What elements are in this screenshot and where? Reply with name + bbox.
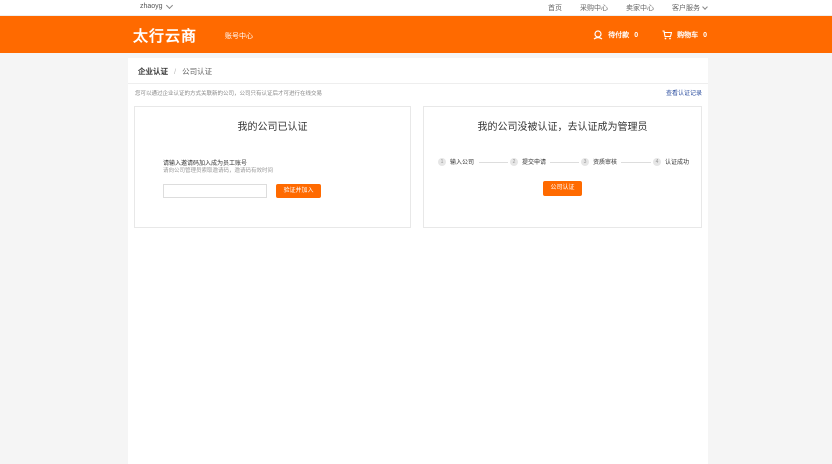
top-link-home[interactable]: 首页 <box>548 3 562 13</box>
step-input-company: 1 输入公司 <box>438 157 474 166</box>
main-panel: 企业认证 / 公司认证 您可以通过企业认证的方式关联新的公司，公司只有认证后才可… <box>128 58 708 464</box>
step-label: 资质审核 <box>593 160 618 166</box>
site-logo[interactable]: 太行云商 <box>133 25 197 46</box>
username: zhaoyg <box>140 3 163 10</box>
cart-link[interactable]: 购物车 0 <box>662 30 707 40</box>
verify-join-button[interactable]: 验证并加入 <box>276 184 321 198</box>
chevron-down-icon <box>165 1 173 9</box>
step-number: 2 <box>510 157 518 166</box>
step-number: 4 <box>653 157 661 166</box>
site-header: 太行云商 账号中心 待付款 0 购物车 0 <box>0 16 832 53</box>
nav-account-center[interactable]: 账号中心 <box>225 31 253 41</box>
step-connector <box>621 162 651 163</box>
top-link-service[interactable]: 客户服务 <box>672 3 708 13</box>
uncertified-company-card: 我的公司没被认证，去认证成为管理员 1 输入公司 2 提交申请 3 资质审核 4… <box>423 106 702 228</box>
view-records-link[interactable]: 查看认证记录 <box>666 88 702 97</box>
top-bar: zhaoyg 首页 采购中心 卖家中心 客户服务 <box>0 0 832 16</box>
invite-code-input[interactable] <box>163 184 267 198</box>
certified-company-card: 我的公司已认证 请输入邀请码加入成为员工账号 请向公司管理员索取邀请码，邀请码有… <box>134 106 411 228</box>
uncertified-card-title: 我的公司没被认证，去认证成为管理员 <box>477 122 648 133</box>
pending-payment-count: 0 <box>634 31 639 39</box>
top-link-purchase[interactable]: 采购中心 <box>580 3 608 13</box>
certified-card-title: 我的公司已认证 <box>237 122 308 133</box>
cart-icon <box>662 30 673 40</box>
step-number: 1 <box>438 157 446 166</box>
step-label: 认证成功 <box>665 160 690 166</box>
step-number: 3 <box>581 157 589 166</box>
step-connector <box>479 162 508 163</box>
user-menu[interactable]: zhaoyg <box>140 1 173 10</box>
pending-payment-link[interactable]: 待付款 0 <box>593 30 638 40</box>
step-label: 输入公司 <box>450 160 475 166</box>
top-link-seller[interactable]: 卖家中心 <box>626 3 654 13</box>
wallet-icon <box>593 30 603 40</box>
cart-count: 0 <box>703 31 707 39</box>
breadcrumb-enterprise-cert[interactable]: 企业认证 <box>138 66 168 77</box>
breadcrumb-company-cert: 公司认证 <box>182 67 213 76</box>
step-cert-success: 4 认证成功 <box>653 157 689 166</box>
company-cert-button[interactable]: 公司认证 <box>543 181 582 196</box>
breadcrumb: 企业认证 / 公司认证 <box>138 66 212 77</box>
step-submit-application: 2 提交申请 <box>510 157 546 166</box>
top-links: 首页 采购中心 卖家中心 客户服务 <box>548 3 708 13</box>
step-qualification-review: 3 资质审核 <box>581 157 617 166</box>
top-link-service-label: 客户服务 <box>672 5 700 12</box>
step-connector <box>550 162 579 163</box>
invite-code-hint: 请向公司管理员索取邀请码，邀请码有效时间 <box>163 168 274 174</box>
breadcrumb-separator: / <box>174 67 177 76</box>
header-actions: 待付款 0 购物车 0 <box>593 30 707 40</box>
step-label: 提交申请 <box>522 160 547 166</box>
divider <box>128 83 708 84</box>
pending-payment-label: 待付款 <box>608 32 630 39</box>
cart-label: 购物车 <box>677 32 699 39</box>
cert-steps: 1 输入公司 2 提交申请 3 资质审核 4 认证成功 <box>438 157 693 167</box>
chevron-down-icon <box>702 3 708 10</box>
cert-hint-text: 您可以通过企业认证的方式关联新的公司，公司只有认证后才可进行在线交易 <box>135 91 323 97</box>
